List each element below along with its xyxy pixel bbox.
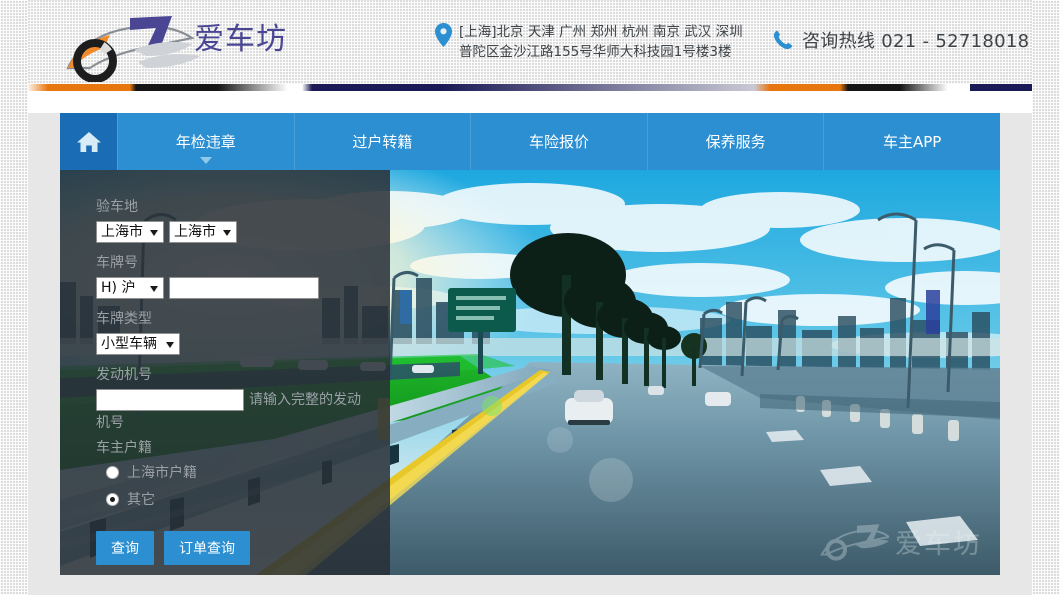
engine-no-label: 发动机号 xyxy=(96,367,152,383)
phone-icon xyxy=(773,30,793,50)
site-logo[interactable]: 爱车坊 xyxy=(34,6,294,82)
engine-hint-line-1: 请输入完整的发动 xyxy=(249,392,361,408)
home-icon xyxy=(76,131,101,152)
nav-item-label: 过户转籍 xyxy=(352,133,413,151)
plate-type-row: 小型车辆 xyxy=(96,333,390,355)
province-select[interactable]: 上海市 xyxy=(96,221,164,243)
address-line-2: 普陀区金沙江路155号华师大科技园1号楼3楼 xyxy=(459,44,732,60)
nav-home-button[interactable] xyxy=(60,113,117,170)
radio-label-other: 其它 xyxy=(127,492,155,508)
watermark: 爱车坊 xyxy=(817,521,982,561)
map-pin-icon xyxy=(435,23,452,47)
plate-type-label: 车牌类型 xyxy=(96,311,152,327)
left-texture-strip xyxy=(0,0,28,595)
engine-number-input[interactable] xyxy=(96,389,244,411)
chevron-down-icon xyxy=(199,157,212,164)
decorative-divider xyxy=(26,84,1034,91)
plate-no-row: H) 沪 xyxy=(96,277,390,299)
hero-banner: 爱车坊 验车地 上海市 上海市 车牌号 H) 沪 车牌类型 小型车辆 发动机号 … xyxy=(60,170,1000,575)
inspection-place-row: 上海市 上海市 xyxy=(96,221,390,243)
content-sheet xyxy=(26,91,1034,113)
nav-item-label: 年检违章 xyxy=(175,133,236,151)
plate-prefix-select[interactable]: H) 沪 xyxy=(96,277,164,299)
car-logo-icon xyxy=(820,524,889,561)
main-navigation: 年检违章 过户转籍 车险报价 保养服务 车主APP xyxy=(60,113,1000,170)
city-select[interactable]: 上海市 xyxy=(169,221,237,243)
logo-wordmark: 爱车坊 xyxy=(194,22,287,57)
nav-item-label: 车主APP xyxy=(882,133,942,151)
nav-item-3[interactable]: 保养服务 xyxy=(646,113,824,170)
plate-type-select[interactable]: 小型车辆 xyxy=(96,333,180,355)
nav-item-label: 保养服务 xyxy=(705,133,766,151)
nav-item-1[interactable]: 过户转籍 xyxy=(293,113,471,170)
order-query-button[interactable]: 订单查询 xyxy=(164,531,250,565)
residence-label: 车主户籍 xyxy=(96,440,152,456)
page-root: 爱车坊 [上海]北京 天津 广州 郑州 杭州 南京 武汉 深圳 普陀区金沙江路1… xyxy=(0,0,1060,595)
address-line-1: [上海]北京 天津 广州 郑州 杭州 南京 武汉 深圳 xyxy=(459,24,743,40)
phone-block: 咨询热线 021 - 52718018 xyxy=(772,27,1029,53)
watermark-text: 爱车坊 xyxy=(895,528,982,560)
radio-button-other[interactable] xyxy=(106,492,119,506)
address-block: [上海]北京 天津 广州 郑州 杭州 南京 武汉 深圳 普陀区金沙江路155号华… xyxy=(435,22,743,62)
nav-item-4[interactable]: 车主APP xyxy=(823,113,1000,170)
radio-button-shanghai[interactable] xyxy=(106,465,119,479)
residence-option-1[interactable]: 上海市户籍 xyxy=(106,462,390,482)
engine-hint-line-2: 机号 xyxy=(96,415,124,431)
nav-item-2[interactable]: 车险报价 xyxy=(470,113,647,170)
plate-number-input[interactable] xyxy=(169,277,319,299)
nav-item-label: 车险报价 xyxy=(528,133,589,151)
residence-option-2[interactable]: 其它 xyxy=(106,489,390,509)
right-texture-strip xyxy=(1032,0,1060,595)
inspection-place-label: 验车地 xyxy=(96,199,138,215)
submit-query-button[interactable]: 查询 xyxy=(96,531,154,565)
engine-no-row: 请输入完整的发动 xyxy=(96,389,390,411)
inspection-form-panel: 验车地 上海市 上海市 车牌号 H) 沪 车牌类型 小型车辆 发动机号 请输入完… xyxy=(60,170,390,575)
plate-no-label: 车牌号 xyxy=(96,255,138,271)
form-actions: 查询 订单查询 xyxy=(96,531,390,565)
radio-label-shanghai: 上海市户籍 xyxy=(127,465,197,481)
nav-item-0[interactable]: 年检违章 xyxy=(117,113,294,170)
phone-number: 咨询热线 021 - 52718018 xyxy=(802,31,1030,52)
